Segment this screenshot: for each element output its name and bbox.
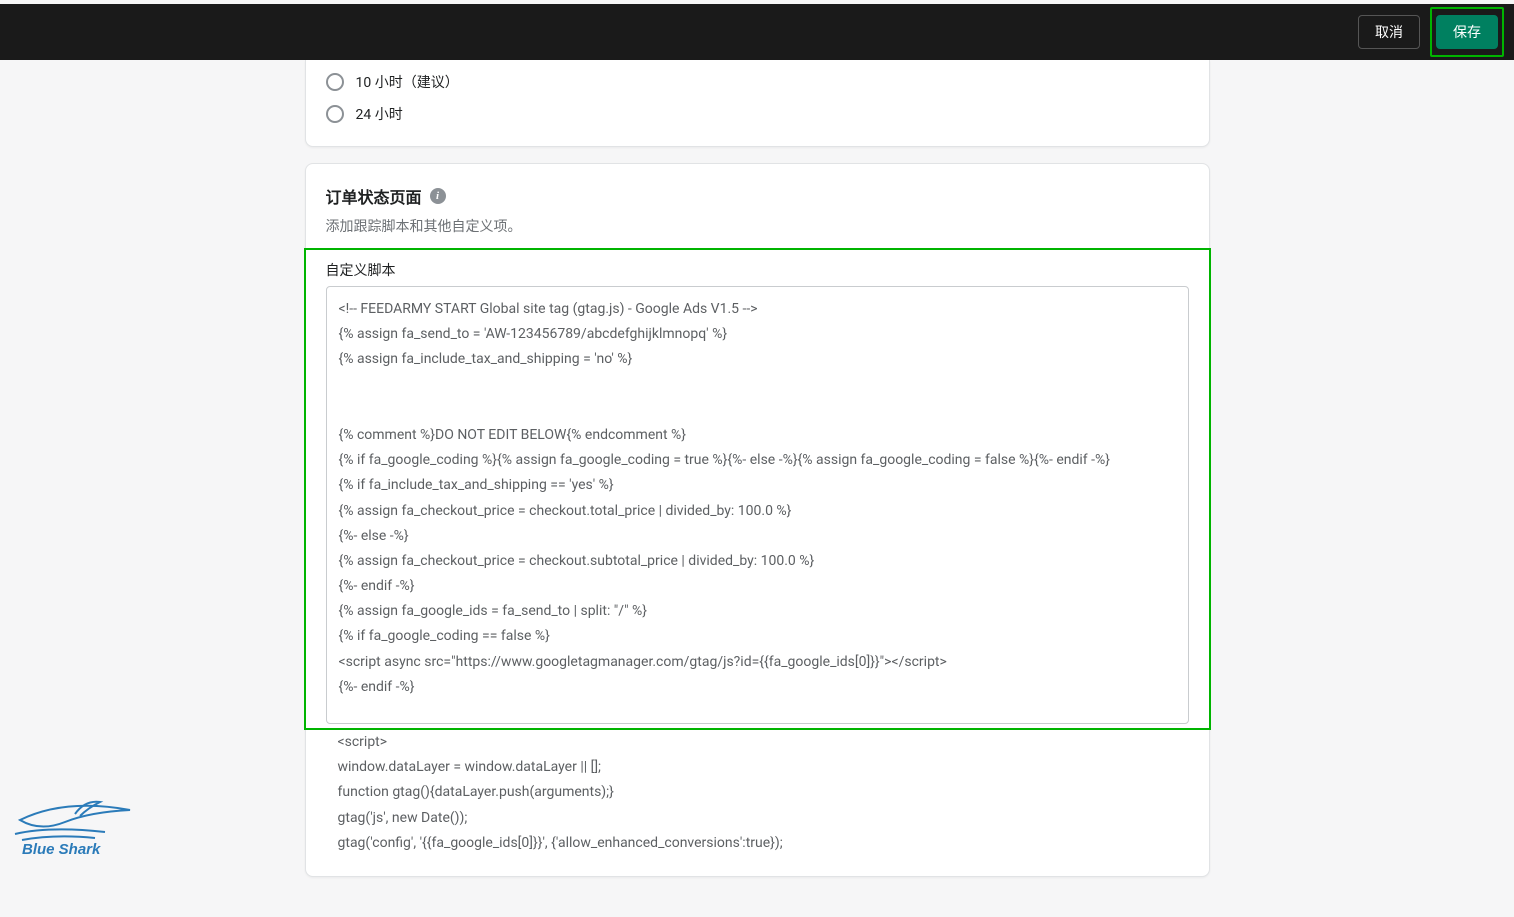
custom-script-highlight-box: 自定义脚本	[304, 248, 1211, 730]
save-button[interactable]: 保存	[1436, 15, 1498, 50]
abandoned-checkout-card: 10 小时（建议） 24 小时	[305, 60, 1210, 147]
page-content: 10 小时（建议） 24 小时 订单状态页面 i 添加跟踪脚本和其他自定义项。 …	[305, 60, 1210, 917]
cancel-button[interactable]: 取消	[1358, 15, 1420, 50]
radio-option-10h[interactable]: 10 小时（建议）	[326, 66, 1189, 98]
custom-script-textarea[interactable]	[326, 286, 1189, 724]
topbar: 取消 保存	[0, 4, 1514, 60]
info-icon[interactable]: i	[430, 188, 446, 204]
radio-group: 10 小时（建议） 24 小时	[306, 60, 1209, 146]
radio-icon	[326, 73, 344, 91]
section-header: 订单状态页面 i 添加跟踪脚本和其他自定义项。	[306, 164, 1209, 248]
svg-text:Blue Shark: Blue Shark	[22, 841, 101, 858]
order-status-card: 订单状态页面 i 添加跟踪脚本和其他自定义项。 自定义脚本 <script> w…	[305, 163, 1210, 877]
custom-script-overflow-text: <script> window.dataLayer = window.dataL…	[306, 730, 1209, 876]
radio-option-24h[interactable]: 24 小时	[326, 98, 1189, 130]
section-title: 订单状态页面	[326, 184, 422, 208]
radio-label: 10 小时（建议）	[356, 72, 459, 92]
save-button-highlight-box: 保存	[1430, 7, 1504, 58]
blue-shark-logo: Blue Shark	[10, 778, 140, 858]
radio-icon	[326, 105, 344, 123]
section-subtitle: 添加跟踪脚本和其他自定义项。	[326, 216, 1189, 236]
custom-script-field: 自定义脚本	[306, 250, 1209, 728]
custom-script-label: 自定义脚本	[326, 260, 1189, 280]
section-title-row: 订单状态页面 i	[326, 184, 1189, 208]
radio-label: 24 小时	[356, 104, 403, 124]
